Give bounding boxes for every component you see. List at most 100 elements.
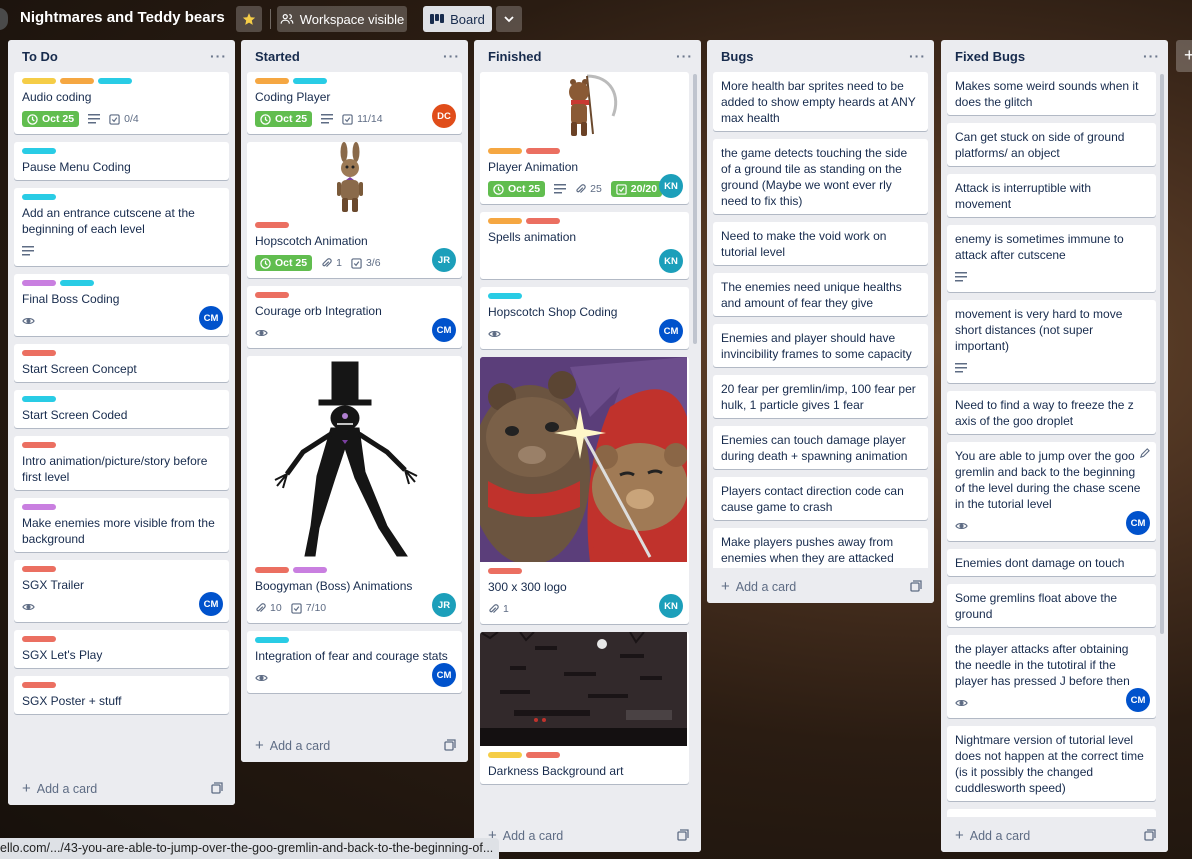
card[interactable]: 300 x 300 logo 1 KN <box>480 357 689 624</box>
card[interactable]: Pause Menu Coding <box>14 142 229 180</box>
label-yellow[interactable] <box>22 78 56 84</box>
label-teal[interactable] <box>22 396 56 402</box>
list-title[interactable]: Started <box>255 49 300 64</box>
card[interactable]: enemy is sometimes immune to attack afte… <box>947 225 1156 292</box>
label-teal[interactable] <box>293 78 327 84</box>
card[interactable]: Can get stuck on side of ground platform… <box>947 123 1156 166</box>
card[interactable]: Makes some weird sounds when it does the… <box>947 72 1156 115</box>
add-card-button[interactable]: + Add a card <box>707 569 934 603</box>
add-card-button[interactable]: + Add a card <box>474 818 701 852</box>
card[interactable]: Player Animation Oct 25 25 20/20 KN <box>480 72 689 204</box>
star-button[interactable] <box>236 6 262 32</box>
edit-pencil-icon[interactable] <box>1139 448 1150 459</box>
member-avatar[interactable]: KN <box>659 174 683 198</box>
workspace-switcher[interactable] <box>0 8 8 30</box>
card[interactable]: Courage orb Integration CM <box>247 286 462 348</box>
list-menu-button[interactable]: ··· <box>443 48 460 64</box>
label-yellow[interactable] <box>488 752 522 758</box>
list-title[interactable]: Bugs <box>721 49 754 64</box>
label-orange[interactable] <box>60 78 94 84</box>
card[interactable]: Intro animation/picture/story before fir… <box>14 436 229 490</box>
due-date-badge[interactable]: Oct 25 <box>22 111 80 127</box>
card[interactable]: Make enemies more visible from the backg… <box>14 498 229 552</box>
label-red[interactable] <box>22 350 56 356</box>
label-red[interactable] <box>22 442 56 448</box>
list-title[interactable]: Fixed Bugs <box>955 49 1025 64</box>
label-red[interactable] <box>22 566 56 572</box>
label-orange[interactable] <box>488 218 522 224</box>
label-purple[interactable] <box>22 280 56 286</box>
due-date-badge[interactable]: Oct 25 <box>255 255 313 271</box>
template-icon[interactable] <box>1144 829 1156 841</box>
card[interactable]: Add an entrance cutscene at the beginnin… <box>14 188 229 266</box>
card[interactable]: Coding Player Oct 25 11/14 DC <box>247 72 462 134</box>
board-view-button[interactable]: Board <box>423 6 492 32</box>
member-avatar[interactable]: KN <box>659 594 683 618</box>
list-scrollbar[interactable] <box>1160 74 1164 634</box>
label-teal[interactable] <box>22 148 56 154</box>
edit-card-button[interactable] <box>1139 448 1150 459</box>
card[interactable]: Start Screen Coded <box>14 390 229 428</box>
list-menu-button[interactable]: ··· <box>1143 48 1160 64</box>
board-title[interactable]: Nightmares and Teddy bears <box>20 9 225 26</box>
add-card-button[interactable]: + Add a card <box>941 818 1168 852</box>
card[interactable]: The enemies need unique healths and amou… <box>713 273 928 316</box>
member-avatar[interactable]: JR <box>432 593 456 617</box>
card[interactable]: 20 fear per gremlin/imp, 100 fear per hu… <box>713 375 928 418</box>
label-orange[interactable] <box>255 78 289 84</box>
card[interactable]: Enemies dont damage on touch <box>947 549 1156 576</box>
card[interactable]: SGX Trailer CM <box>14 560 229 622</box>
add-card-button[interactable]: + Add a card <box>8 771 235 805</box>
label-orange[interactable] <box>488 148 522 154</box>
label-red[interactable] <box>526 148 560 154</box>
card[interactable]: Make players pushes away from enemies wh… <box>713 528 928 568</box>
label-red[interactable] <box>526 752 560 758</box>
card[interactable]: Darkness Background art <box>480 632 689 784</box>
card[interactable]: Some gremlins float above the ground <box>947 584 1156 627</box>
card[interactable]: Spells animation KN <box>480 212 689 279</box>
label-red[interactable] <box>22 636 56 642</box>
card[interactable]: SGX Poster + stuff <box>14 676 229 714</box>
card[interactable]: Attack is interruptible with movement <box>947 174 1156 217</box>
label-teal[interactable] <box>255 637 289 643</box>
card[interactable]: Hopscotch Animation Oct 25 1 3/6 JR <box>247 142 462 278</box>
card[interactable]: Need to make the void work on tutorial l… <box>713 222 928 265</box>
label-teal[interactable] <box>60 280 94 286</box>
list-scrollbar[interactable] <box>693 74 697 344</box>
card[interactable]: Nightmare version of tutorial level does… <box>947 726 1156 801</box>
list-menu-button[interactable]: ··· <box>909 48 926 64</box>
template-icon[interactable] <box>910 580 922 592</box>
views-dropdown-button[interactable] <box>496 6 522 32</box>
member-avatar[interactable]: CM <box>432 318 456 342</box>
card[interactable]: Players contact direction code can cause… <box>713 477 928 520</box>
label-red[interactable] <box>526 218 560 224</box>
list-title[interactable]: To Do <box>22 49 58 64</box>
card[interactable]: Final Boss Coding CM <box>14 274 229 336</box>
list-menu-button[interactable]: ··· <box>676 48 693 64</box>
card[interactable]: At certain parts of the darkness level, … <box>947 809 1156 817</box>
member-avatar[interactable]: CM <box>199 592 223 616</box>
card[interactable]: Audio coding Oct 25 0/4 <box>14 72 229 134</box>
card[interactable]: Hopscotch Shop Coding CM <box>480 287 689 349</box>
list-title[interactable]: Finished <box>488 49 541 64</box>
member-avatar[interactable]: JR <box>432 248 456 272</box>
card[interactable]: Integration of fear and courage stats CM <box>247 631 462 693</box>
template-icon[interactable] <box>677 829 689 841</box>
card[interactable]: the player attacks after obtaining the n… <box>947 635 1156 718</box>
card[interactable]: the game detects touching the side of a … <box>713 139 928 214</box>
visibility-button[interactable]: Workspace visible <box>277 6 407 32</box>
member-avatar[interactable]: DC <box>432 104 456 128</box>
card[interactable]: More health bar sprites need to be added… <box>713 72 928 131</box>
label-teal[interactable] <box>98 78 132 84</box>
template-icon[interactable] <box>444 739 456 751</box>
due-date-badge[interactable]: Oct 25 <box>255 111 313 127</box>
card[interactable]: Start Screen Concept <box>14 344 229 382</box>
card[interactable]: SGX Let's Play <box>14 630 229 668</box>
due-date-badge[interactable]: Oct 25 <box>488 181 546 197</box>
card[interactable]: Enemies and player should have invincibi… <box>713 324 928 367</box>
label-purple[interactable] <box>22 504 56 510</box>
label-teal[interactable] <box>488 293 522 299</box>
label-teal[interactable] <box>22 194 56 200</box>
member-avatar[interactable]: CM <box>1126 688 1150 712</box>
label-purple[interactable] <box>293 567 327 573</box>
